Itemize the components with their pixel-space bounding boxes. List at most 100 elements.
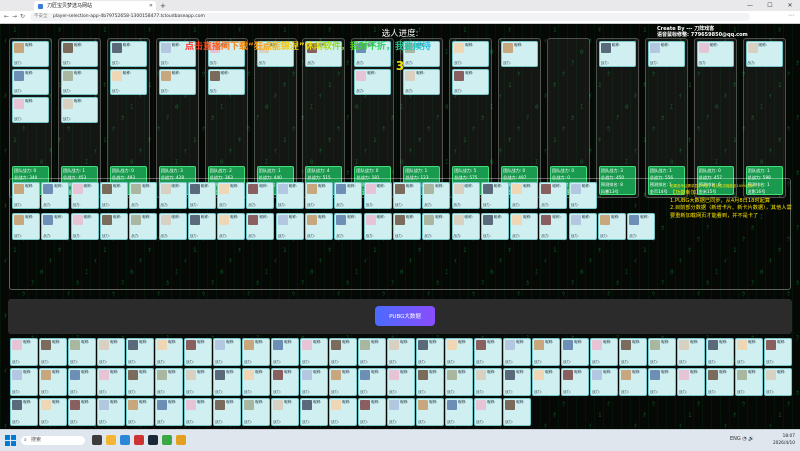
browser-tab[interactable]: 刀匠宝贝梦选马网站 ✕ — [34, 1, 156, 11]
player-card[interactable]: 昵称: 战力: — [648, 368, 676, 396]
player-card[interactable]: 昵称: 战力: — [647, 41, 685, 67]
player-card[interactable]: 昵称: 战力: — [363, 182, 392, 209]
player-card[interactable]: 昵称: 战力: — [217, 182, 246, 209]
player-card[interactable]: 昵称: 战力: — [129, 213, 158, 240]
player-card[interactable]: 昵称: 战力: — [300, 398, 328, 426]
player-card[interactable]: 昵称: 战力: — [510, 182, 539, 209]
player-card[interactable]: 昵称: 战力: — [568, 182, 597, 209]
player-card[interactable]: 昵称: 战力: — [126, 398, 154, 426]
player-card[interactable]: 昵称: 战力: — [184, 338, 212, 366]
player-card[interactable]: 昵称: 战力: — [648, 338, 676, 366]
player-card[interactable]: 昵称: 战力: — [97, 368, 125, 396]
player-card[interactable]: 昵称: 战力: — [68, 368, 96, 396]
task-view-icon[interactable] — [92, 435, 102, 445]
player-card[interactable]: 昵称: 战力: — [422, 213, 451, 240]
forward-arrow-icon[interactable]: → — [12, 12, 17, 22]
player-card[interactable]: 昵称: 战力: — [392, 182, 421, 209]
player-card[interactable]: 昵称: 战力: — [187, 182, 216, 209]
player-card[interactable]: 昵称: 战力: — [213, 338, 241, 366]
player-card[interactable]: 昵称: 战力: — [271, 368, 299, 396]
player-card[interactable]: 昵称: 战力: — [445, 398, 473, 426]
player-card[interactable]: 昵称: 战力: — [532, 338, 560, 366]
player-card[interactable]: 昵称: 战力: — [619, 368, 647, 396]
player-card[interactable]: 昵称: 战力: — [561, 368, 589, 396]
player-card[interactable]: 昵称: 战力: — [416, 398, 444, 426]
player-card[interactable]: 昵称: 战力: — [561, 338, 589, 366]
player-card[interactable]: 昵称: 战力: — [445, 338, 473, 366]
player-card[interactable]: 昵称: 战力: — [158, 213, 187, 240]
player-card[interactable]: 昵称: 战力: — [158, 182, 187, 209]
player-card[interactable]: 昵称: 战力: — [60, 41, 98, 67]
player-card[interactable]: 昵称: 战力: — [246, 182, 275, 209]
player-card[interactable]: 昵称: 战力: — [99, 213, 128, 240]
player-card[interactable]: 昵称: 战力: — [184, 368, 212, 396]
player-card[interactable]: 昵称: 战力: — [155, 368, 183, 396]
player-card[interactable]: 昵称: 战力: — [68, 338, 96, 366]
pubg-data-button[interactable]: PUBG大数据 — [375, 306, 435, 326]
edge-browser-icon[interactable] — [120, 435, 130, 445]
player-card[interactable]: 昵称: 战力: — [334, 182, 363, 209]
player-card[interactable]: 昵称: 战力: — [590, 368, 618, 396]
player-card[interactable]: 昵称: 战力: — [271, 338, 299, 366]
file-explorer-icon[interactable] — [106, 435, 116, 445]
player-card[interactable]: 昵称: 战力: — [99, 182, 128, 209]
player-card[interactable]: 昵称: 战力: — [60, 69, 98, 95]
player-card[interactable]: 昵称: 战力: — [422, 182, 451, 209]
player-card[interactable]: 昵称: 战力: — [474, 368, 502, 396]
player-card[interactable]: 昵称: 战力: — [735, 368, 763, 396]
player-card[interactable]: 昵称: 战力: — [677, 338, 705, 366]
player-card[interactable]: 昵称: 战力: — [109, 41, 147, 67]
player-card[interactable]: 昵称: 战力: — [213, 368, 241, 396]
player-card[interactable]: 昵称: 战力: — [387, 398, 415, 426]
player-card[interactable]: 昵称: 战力: — [619, 338, 647, 366]
back-arrow-icon[interactable]: ← — [4, 12, 9, 22]
taskbar-search[interactable]: ⌕ 搜索 — [21, 436, 85, 445]
player-card[interactable]: 昵称: 战力: — [275, 182, 304, 209]
player-card[interactable]: 昵称: 战力: — [416, 338, 444, 366]
player-card[interactable]: 昵称: 战力: — [445, 368, 473, 396]
player-card[interactable]: 昵称: 战力: — [305, 182, 333, 209]
player-card[interactable]: 昵称: 战力: — [39, 368, 67, 396]
url-input[interactable]: 不安全 player-selection-app-4b79752658-1300… — [30, 13, 750, 21]
minimize-button[interactable]: — — [740, 0, 760, 11]
player-card[interactable]: 昵称: 战力: — [242, 398, 270, 426]
player-card[interactable]: 昵称: 战力: — [41, 182, 70, 209]
windows-start-icon[interactable] — [5, 435, 16, 446]
player-card[interactable]: 昵称: 战力: — [392, 213, 421, 240]
tab-close-icon[interactable]: ✕ — [149, 1, 153, 11]
player-card[interactable]: 昵称: 战力: — [677, 368, 705, 396]
more-icon[interactable]: ⋯ — [788, 12, 794, 19]
player-card[interactable]: 昵称: 战力: — [129, 182, 158, 209]
player-card[interactable]: 昵称: 战力: — [329, 368, 357, 396]
player-card[interactable]: 昵称: 战力: — [246, 213, 275, 240]
player-card[interactable]: 昵称: 战力: — [305, 213, 333, 240]
app-icon[interactable] — [162, 435, 172, 445]
player-card[interactable]: 昵称: 战力: — [735, 338, 763, 366]
player-card[interactable]: 昵称: 战力: — [539, 213, 568, 240]
player-card[interactable]: 昵称: 战力: — [627, 213, 656, 240]
player-card[interactable]: 昵称: 战力: — [39, 338, 67, 366]
player-card[interactable]: 昵称: 战力: — [158, 69, 196, 95]
player-card[interactable]: 昵称: 战力: — [329, 338, 357, 366]
player-card[interactable]: 昵称: 战力: — [745, 41, 783, 67]
player-card[interactable]: 昵称: 战力: — [60, 97, 98, 123]
player-card[interactable]: 昵称: 战力: — [187, 213, 216, 240]
player-card[interactable]: 昵称: 战力: — [70, 213, 99, 240]
app-icon[interactable] — [176, 435, 186, 445]
player-card[interactable]: 昵称: 战力: — [452, 69, 490, 95]
player-card[interactable]: 昵称: 战力: — [503, 368, 531, 396]
player-card[interactable]: 昵称: 战力: — [590, 338, 618, 366]
player-card[interactable]: 昵称: 战力: — [217, 213, 246, 240]
player-card[interactable]: 昵称: 战力: — [334, 213, 363, 240]
steam-icon[interactable] — [148, 435, 158, 445]
player-card[interactable]: 昵称: 战力: — [480, 182, 509, 209]
player-card[interactable]: 昵称: 战力: — [539, 182, 568, 209]
player-card[interactable]: 昵称: 战力: — [706, 368, 734, 396]
player-card[interactable]: 昵称: 战力: — [480, 213, 509, 240]
player-card[interactable]: 昵称: 战力: — [12, 97, 49, 123]
player-card[interactable]: 昵称: 战力: — [503, 338, 531, 366]
app-icon[interactable] — [134, 435, 144, 445]
player-card[interactable]: 昵称: 战力: — [300, 338, 328, 366]
player-card[interactable]: 昵称: 战力: — [97, 398, 125, 426]
player-card[interactable]: 昵称: 战力: — [155, 398, 183, 426]
